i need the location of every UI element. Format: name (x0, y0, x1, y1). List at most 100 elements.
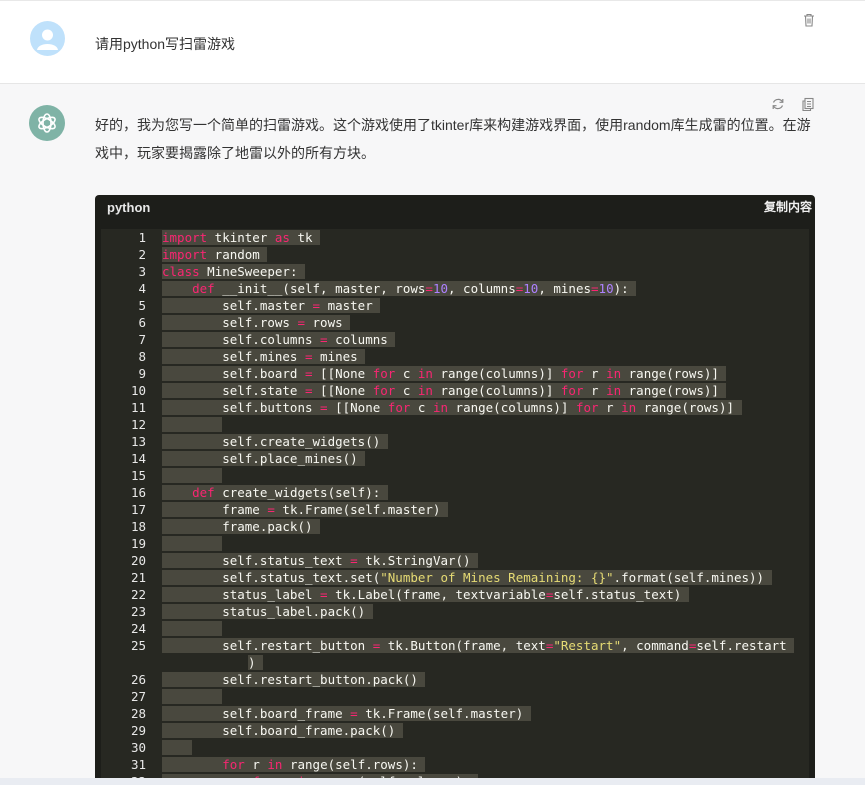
line-number: 18 (130, 519, 146, 534)
code-text: self.board_frame.pack() (162, 723, 403, 738)
code-line: 26 self.restart_button.pack() (101, 671, 809, 688)
line-number: 6 (138, 315, 146, 330)
line-number: 5 (138, 298, 146, 313)
code-line: 27 (101, 688, 809, 705)
code-line: 9 self.board = [[None for c in range(col… (101, 365, 809, 382)
code-line: 20 self.status_text = tk.StringVar() (101, 552, 809, 569)
line-number: 31 (130, 757, 146, 772)
line-number: 23 (130, 604, 146, 619)
code-line-continuation: ) (101, 654, 809, 671)
code-lines: 1 import tkinter as tk 2 import random 3 cl… (101, 229, 809, 785)
code-area: 1 import tkinter as tk 2 import random 3 cl… (101, 229, 809, 785)
assistant-message-text: 好的，我为您写一个简单的扫雷游戏。这个游戏使用了tkinter库来构建游戏界面，… (95, 117, 811, 161)
code-text: self.status_text = tk.StringVar() (162, 553, 479, 568)
delete-button[interactable] (801, 12, 817, 28)
code-line: 4 def __init__(self, master, rows=10, co… (101, 280, 809, 297)
line-number: 24 (130, 621, 146, 636)
line-number: 25 (130, 638, 146, 653)
code-text: frame = tk.Frame(self.master) (162, 502, 448, 517)
regenerate-button[interactable] (770, 96, 786, 112)
code-line: 2 import random (101, 246, 809, 263)
code-line: 31 for r in range(self.rows): (101, 756, 809, 773)
code-text: def __init__(self, master, rows=10, colu… (162, 280, 637, 297)
line-number: 9 (138, 366, 146, 381)
code-line: 5 self.master = master (101, 297, 809, 314)
code-text: status_label.pack() (162, 604, 373, 619)
trash-icon (804, 13, 814, 27)
line-number: 22 (130, 587, 146, 602)
line-number: 29 (130, 723, 146, 738)
code-text: self.master = master (162, 298, 381, 313)
code-line: 15 (101, 467, 809, 484)
line-number: 4 (138, 281, 146, 296)
code-line: 25 self.restart_button = tk.Button(frame… (101, 637, 809, 654)
user-message-row: 请用python写扫雷游戏 (0, 0, 865, 84)
code-text (162, 535, 223, 552)
line-number: 17 (130, 502, 146, 517)
code-text (162, 416, 223, 433)
code-line: 7 self.columns = columns (101, 331, 809, 348)
code-text: import random (162, 247, 268, 262)
code-line: 29 self.board_frame.pack() (101, 722, 809, 739)
copy-code-button[interactable]: 复制内容 (764, 198, 812, 215)
line-number: 15 (130, 468, 146, 483)
copy-icon (802, 97, 814, 112)
code-text: self.restart_button = tk.Button(frame, t… (162, 638, 795, 653)
code-text: frame.pack() (162, 519, 321, 534)
code-text: import tkinter as tk (162, 230, 321, 245)
line-number: 21 (130, 570, 146, 585)
page-bottom-bar (0, 778, 865, 785)
code-line: 6 self.rows = rows (101, 314, 809, 331)
line-number: 27 (130, 689, 146, 704)
code-line: 12 (101, 416, 809, 433)
code-line: 10 self.state = [[None for c in range(co… (101, 382, 809, 399)
code-line: 23 status_label.pack() (101, 603, 809, 620)
code-text: for r in range(self.rows): (162, 756, 426, 773)
line-number: 8 (138, 349, 146, 364)
assistant-avatar (29, 105, 65, 141)
line-number: 12 (130, 417, 146, 432)
code-language-label: python (107, 200, 151, 215)
line-number: 30 (130, 740, 146, 755)
code-line: 16 def create_widgets(self): (101, 484, 809, 501)
code-line: 11 self.buttons = [[None for c in range(… (101, 399, 809, 416)
line-number: 2 (138, 247, 146, 262)
user-message-text: 请用python写扫雷游戏 (95, 36, 236, 52)
code-text: self.buttons = [[None for c in range(col… (162, 400, 742, 415)
user-avatar (30, 21, 65, 56)
code-text: class MineSweeper: (162, 264, 305, 279)
code-text: status_label = tk.Label(frame, textvaria… (162, 587, 689, 602)
line-number: 10 (130, 383, 146, 398)
code-text: def create_widgets(self): (162, 484, 388, 501)
code-text: self.board_frame = tk.Frame(self.master) (162, 706, 531, 721)
code-line: 8 self.mines = mines (101, 348, 809, 365)
code-line: 1 import tkinter as tk (101, 229, 809, 246)
line-number: 14 (130, 451, 146, 466)
code-text: ) (248, 655, 264, 670)
code-text: self.state = [[None for c in range(colum… (162, 383, 727, 398)
user-avatar-icon (37, 29, 58, 50)
code-text (162, 688, 223, 705)
line-number: 28 (130, 706, 146, 721)
code-line: 3 class MineSweeper: (101, 263, 809, 280)
openai-logo-icon (38, 113, 56, 133)
assistant-message-row: 好的，我为您写一个简单的扫雷游戏。这个游戏使用了tkinter库来构建游戏界面，… (0, 84, 865, 785)
line-number: 13 (130, 434, 146, 449)
code-text: self.mines = mines (162, 349, 366, 364)
code-line: 30 (101, 739, 809, 756)
code-block: python 复制内容 1 import tkinter as tk 2 impor… (95, 195, 815, 785)
refresh-icon (772, 98, 784, 110)
code-line: 28 self.board_frame = tk.Frame(self.mast… (101, 705, 809, 722)
code-text: self.place_mines() (162, 451, 366, 466)
code-line: 22 status_label = tk.Label(frame, textva… (101, 586, 809, 603)
code-text: self.status_text.set("Number of Mines Re… (162, 570, 772, 585)
code-line: 17 frame = tk.Frame(self.master) (101, 501, 809, 518)
line-number: 3 (138, 264, 146, 279)
code-line: 21 self.status_text.set("Number of Mines… (101, 569, 809, 586)
code-text: self.restart_button.pack() (162, 672, 426, 687)
code-line: 19 (101, 535, 809, 552)
line-number: 16 (130, 485, 146, 500)
line-number: 11 (130, 400, 146, 415)
copy-button[interactable] (800, 96, 816, 112)
line-number: 20 (130, 553, 146, 568)
